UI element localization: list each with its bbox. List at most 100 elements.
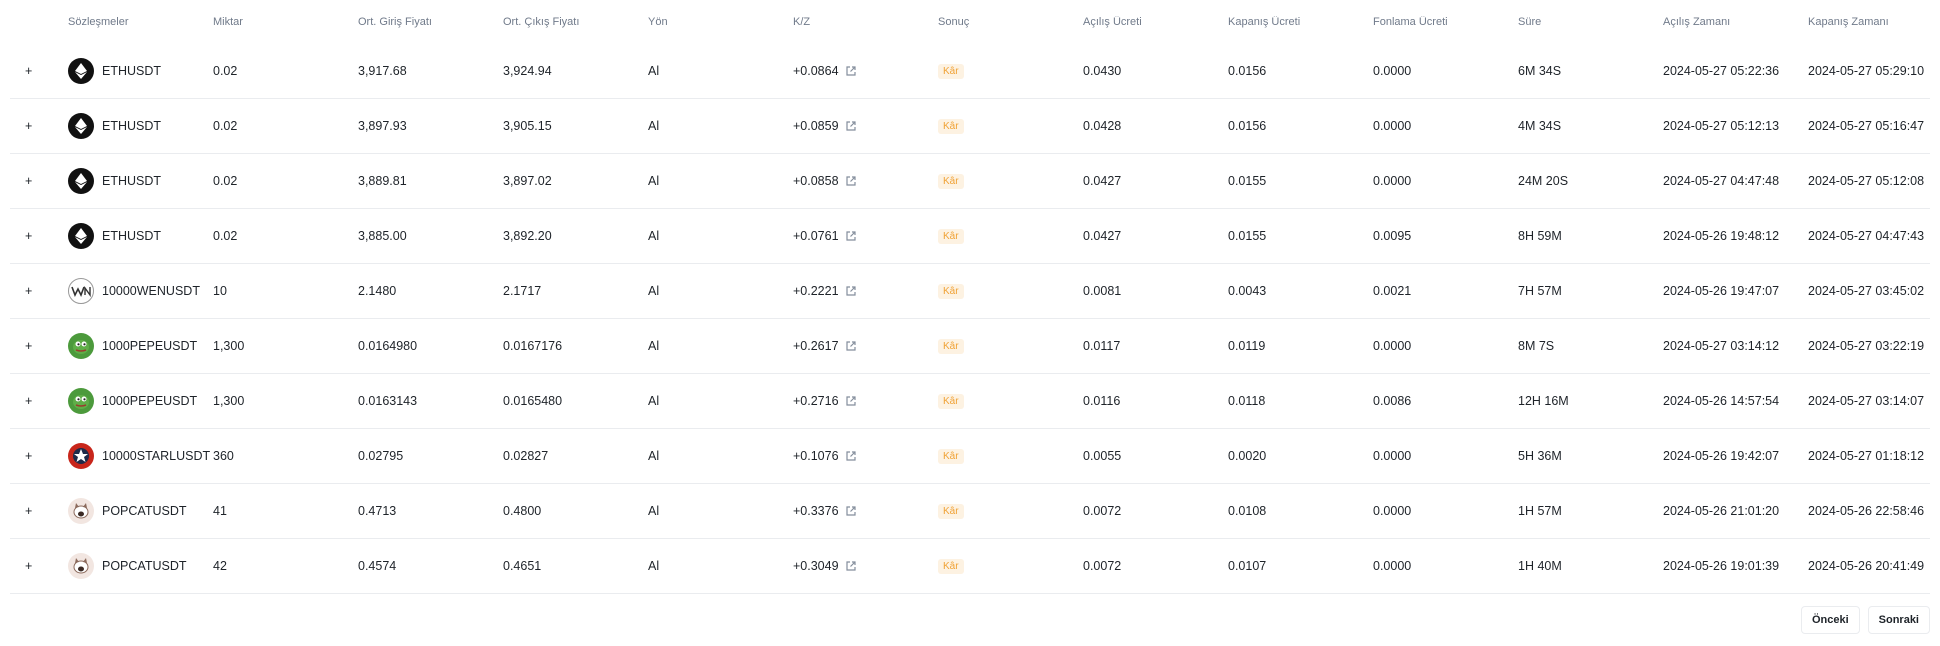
pnl-value: +0.2617	[793, 339, 839, 353]
exit-price-cell: 3,905.15	[503, 119, 552, 133]
entry-price-cell: 3,885.00	[358, 229, 407, 243]
contract-symbol: 1000PEPEUSDT	[102, 339, 198, 353]
close-time-cell: 2024-05-27 03:22:19	[1808, 339, 1925, 353]
table-row[interactable]: + ETHUSDT 0.02 3,897.93 3,905.15 Al +0.0859 Kâr…	[10, 99, 1930, 154]
open-time-cell: 2024-05-26 19:01:39	[1663, 559, 1780, 573]
quantity-cell: 0.02	[213, 174, 238, 188]
pnl-value: +0.0864	[793, 64, 839, 78]
share-link-icon[interactable]	[845, 65, 857, 77]
expand-row-button[interactable]: +	[10, 394, 68, 408]
close-fee-cell: 0.0020	[1228, 449, 1267, 463]
expand-row-button[interactable]: +	[10, 174, 68, 188]
table-row[interactable]: + POPCATUSDT 42 0.4574 0.4651 Al +0.3049 Kâr 0.0…	[10, 539, 1930, 594]
table-row[interactable]: +10000WENUSDT 10 2.1480 2.1717 Al +0.2221 Kâr 0…	[10, 264, 1930, 319]
exit-price-cell: 3,924.94	[503, 64, 552, 78]
contract-symbol: POPCATUSDT	[102, 559, 187, 573]
open-fee-cell: 0.0081	[1083, 284, 1122, 298]
open-time-cell: 2024-05-26 19:47:07	[1663, 284, 1780, 298]
duration-cell: 5H 36M	[1518, 449, 1562, 463]
funding-fee-cell: 0.0000	[1373, 174, 1412, 188]
side-cell: Al	[648, 229, 660, 243]
table-row[interactable]: + POPCATUSDT 41 0.4713 0.4800 Al +0.3376 Kâr 0.0…	[10, 484, 1930, 539]
result-badge: Kâr	[938, 284, 964, 299]
expand-row-button[interactable]: +	[10, 284, 68, 298]
expand-row-button[interactable]: +	[10, 119, 68, 133]
contract-cell: POPCATUSDT	[68, 553, 213, 579]
pnl-value: +0.3376	[793, 504, 839, 518]
quantity-cell: 0.02	[213, 64, 238, 78]
table-row[interactable]: + ETHUSDT 0.02 3,889.81 3,897.02 Al +0.0858 Kâr…	[10, 154, 1930, 209]
expand-row-button[interactable]: +	[10, 64, 68, 78]
header-open-fee: Açılış Ücreti	[1083, 16, 1142, 28]
pnl-value: +0.0858	[793, 174, 839, 188]
pnl-cell: +0.0858	[793, 174, 938, 188]
quantity-cell: 0.02	[213, 119, 238, 133]
table-row[interactable]: + ETHUSDT 0.02 3,885.00 3,892.20 Al +0.0761 Kâr…	[10, 209, 1930, 264]
entry-price-cell: 3,917.68	[358, 64, 407, 78]
close-time-cell: 2024-05-26 22:58:46	[1808, 504, 1925, 518]
close-fee-cell: 0.0108	[1228, 504, 1267, 518]
funding-fee-cell: 0.0000	[1373, 504, 1412, 518]
close-fee-cell: 0.0155	[1228, 229, 1267, 243]
contract-symbol: ETHUSDT	[102, 119, 162, 133]
share-link-icon[interactable]	[845, 395, 857, 407]
header-entry-price: Ort. Giriş Fiyatı	[358, 16, 432, 28]
side-cell: Al	[648, 449, 660, 463]
pnl-cell: +0.2617	[793, 339, 938, 353]
result-badge: Kâr	[938, 394, 964, 409]
contract-cell: 1000PEPEUSDT	[68, 388, 213, 414]
pnl-cell: +0.0761	[793, 229, 938, 243]
header-contract: Sözleşmeler	[68, 16, 129, 28]
next-page-button[interactable]: Sonraki	[1867, 606, 1930, 634]
result-badge: Kâr	[938, 504, 964, 519]
table-row[interactable]: +1000PEPEUSDT 1,300 0.0163143 0.0165480 Al +0…	[10, 374, 1930, 429]
share-link-icon[interactable]	[845, 175, 857, 187]
result-cell: Kâr	[938, 503, 1083, 519]
pnl-cell: +0.0859	[793, 119, 938, 133]
close-time-cell: 2024-05-27 05:29:10	[1808, 64, 1925, 78]
table-row[interactable]: +10000STARLUSDT 360 0.02795 0.02827 Al +0.107…	[10, 429, 1930, 484]
expand-row-button[interactable]: +	[10, 339, 68, 353]
quantity-cell: 0.02	[213, 229, 238, 243]
share-link-icon[interactable]	[845, 285, 857, 297]
entry-price-cell: 0.4713	[358, 504, 397, 518]
table-header: Sözleşmeler Miktar Ort. Giriş Fiyatı Ort…	[10, 0, 1930, 44]
contract-symbol: 10000WENUSDT	[102, 284, 200, 298]
share-link-icon[interactable]	[845, 450, 857, 462]
previous-page-button[interactable]: Önceki	[1800, 606, 1860, 634]
duration-cell: 8M 7S	[1518, 339, 1555, 353]
open-time-cell: 2024-05-26 19:48:12	[1663, 229, 1780, 243]
expand-row-button[interactable]: +	[10, 504, 68, 518]
eth-icon	[68, 168, 94, 194]
close-fee-cell: 0.0156	[1228, 119, 1267, 133]
table-row[interactable]: + ETHUSDT 0.02 3,917.68 3,924.94 Al +0.0864 Kâr…	[10, 44, 1930, 99]
expand-row-button[interactable]: +	[10, 229, 68, 243]
share-link-icon[interactable]	[845, 505, 857, 517]
exit-price-cell: 0.02827	[503, 449, 549, 463]
result-badge: Kâr	[938, 229, 964, 244]
side-cell: Al	[648, 394, 660, 408]
duration-cell: 8H 59M	[1518, 229, 1562, 243]
result-badge: Kâr	[938, 119, 964, 134]
open-time-cell: 2024-05-26 19:42:07	[1663, 449, 1780, 463]
exit-price-cell: 3,892.20	[503, 229, 552, 243]
table-row[interactable]: +1000PEPEUSDT 1,300 0.0164980 0.0167176 Al +0…	[10, 319, 1930, 374]
popcat-icon	[68, 553, 94, 579]
expand-row-button[interactable]: +	[10, 559, 68, 573]
share-link-icon[interactable]	[845, 560, 857, 572]
share-link-icon[interactable]	[845, 340, 857, 352]
share-link-icon[interactable]	[845, 120, 857, 132]
contract-cell: 10000STARLUSDT	[68, 443, 213, 469]
expand-row-button[interactable]: +	[10, 449, 68, 463]
result-badge: Kâr	[938, 449, 964, 464]
contract-cell: ETHUSDT	[68, 223, 213, 249]
side-cell: Al	[648, 119, 660, 133]
result-badge: Kâr	[938, 64, 964, 79]
open-fee-cell: 0.0055	[1083, 449, 1122, 463]
popcat-icon	[68, 498, 94, 524]
close-time-cell: 2024-05-27 04:47:43	[1808, 229, 1925, 243]
close-fee-cell: 0.0118	[1228, 394, 1266, 408]
open-fee-cell: 0.0072	[1083, 504, 1122, 518]
duration-cell: 4M 34S	[1518, 119, 1562, 133]
share-link-icon[interactable]	[845, 230, 857, 242]
